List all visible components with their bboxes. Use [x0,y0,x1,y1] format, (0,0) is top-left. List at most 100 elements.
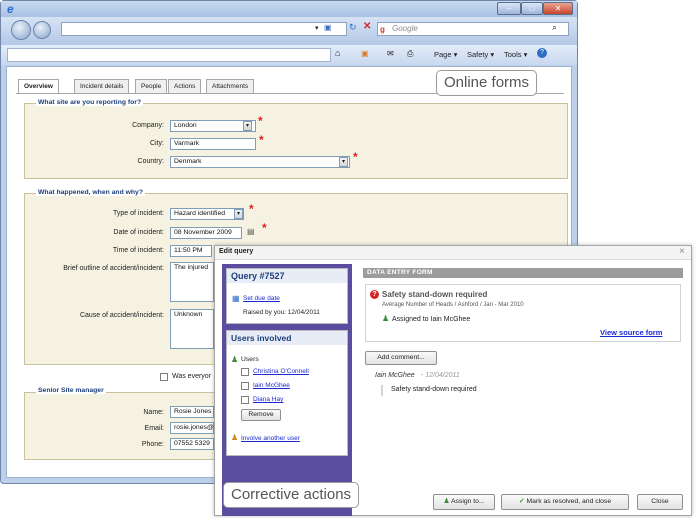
manager-heading: Senior Site manager [36,387,106,394]
checkmark-icon: ✓ [518,498,525,505]
online-forms-callout: Online forms [436,70,538,96]
close-window-button[interactable]: ✕ [543,2,573,15]
page-menu[interactable]: Page ▾ [434,50,457,59]
user-checkbox[interactable] [241,396,249,404]
users-card: Users involved ♟ Users Christina O'Conne… [226,330,348,456]
raised-by-text: Raised by you: 12/04/2011 [243,309,320,316]
add-comment-button[interactable]: Add comment... [365,351,437,365]
view-source-form-link[interactable]: View source form [600,328,662,337]
search-input[interactable]: g Google [377,22,569,36]
required-icon: * [259,133,264,147]
user-link[interactable]: Iain McGhee [253,382,290,389]
query-sidebar: Query #7527 ▦ Set due date Raised by you… [222,264,352,516]
type-label: Type of incident: [113,210,164,217]
url-input[interactable] [61,22,347,36]
add-user-icon[interactable]: ♟ [231,433,238,442]
command-bar: ⌂ ▣ ✉ ⎙ Page ▾ Safety ▾ Tools ▾ ? [1,45,577,65]
issue-subtitle: Average Number of Heads / Ashford / Jan … [382,302,524,308]
calendar-icon[interactable]: ▦ [232,294,240,303]
users-label: Users [241,356,259,363]
company-label: Company: [132,122,164,129]
required-icon: * [249,202,254,216]
issue-card: ? Safety stand-down required Average Num… [365,284,681,342]
date-field[interactable]: 08 November 2009 [170,227,242,239]
type-select[interactable]: Hazard identified [170,208,244,220]
google-icon: g [380,25,385,34]
time-label: Time of incident: [112,247,164,254]
everyone-checkbox[interactable] [160,373,168,381]
required-icon: * [258,114,263,128]
compat-view-icon[interactable]: ▣ [324,23,332,32]
country-select[interactable]: Denmark [170,156,350,168]
ie-logo-icon: e [7,2,14,16]
stop-icon[interactable]: ✕ [363,21,371,32]
issue-title: Safety stand-down required [382,290,488,299]
involve-another-user-link[interactable]: Involve another user [241,435,300,442]
tab-actions[interactable]: Actions [168,79,202,93]
user-link[interactable]: Christina O'Connell [253,368,309,375]
country-dropdown-icon[interactable]: ▾ [339,157,348,167]
required-icon: * [262,221,267,235]
company-dropdown-icon[interactable]: ▾ [243,121,252,131]
refresh-icon[interactable]: ↻ [349,22,357,33]
phone-field[interactable]: 07552 5329 [170,438,214,450]
everyone-label: Was everyor [172,373,212,380]
mark-resolved-button[interactable]: ✓ Mark as resolved, and close [501,494,629,510]
mail-icon[interactable]: ✉ [387,49,394,58]
comment-quote-bar [381,385,383,396]
name-field[interactable]: Rosie Jones [170,406,214,418]
remove-button[interactable]: Remove [241,409,281,421]
dialog-close-icon[interactable]: × [679,246,685,257]
city-field[interactable]: Varmark [170,138,256,150]
comment-text: Safety stand-down required [391,386,477,393]
name-label: Name: [143,409,164,416]
assigned-to-text: Assigned to Iain McGhee [392,316,471,323]
address-bar: ▾ ▣ ↻ ✕ g Google ⌕ [1,17,577,45]
maximize-button[interactable]: □ [521,2,543,15]
cause-textarea[interactable]: Unknown [170,309,214,349]
set-due-date-link[interactable]: Set due date [243,295,280,302]
outline-label: Brief outline of accident/incident: [63,265,164,272]
user-checkbox[interactable] [241,368,249,376]
minimize-button[interactable]: – [497,2,521,15]
form-header: DATA ENTRY FORM [363,268,683,278]
type-dropdown-icon[interactable]: ▾ [234,209,243,219]
edit-query-dialog: Edit query × Query #7527 ▦ Set due date … [214,245,692,516]
cause-label: Cause of accident/incident: [79,312,164,319]
query-title: Query #7527 [227,269,347,283]
assignee-icon: ♟ [382,314,390,323]
tools-menu[interactable]: Tools ▾ [504,50,527,59]
back-button[interactable] [11,20,31,40]
warning-icon: ? [370,290,379,299]
calendar-icon[interactable]: ▤ [247,227,255,236]
user-link[interactable]: Diana Hay [253,396,283,403]
home-icon[interactable]: ⌂ [335,48,340,58]
dialog-title: Edit query [219,248,254,255]
required-icon: * [353,150,358,164]
country-label: Country: [137,158,164,165]
tab-incident-details[interactable]: Incident details [74,79,130,93]
close-button[interactable]: Close [637,494,683,510]
help-icon[interactable]: ? [537,48,547,58]
time-field[interactable]: 11:50 PM [170,245,212,257]
assign-to-button[interactable]: ♟ Assign to... [433,494,495,510]
site-heading: What site are you reporting for? [36,99,144,106]
comment-author: Iain McGhee [375,372,415,379]
search-icon[interactable]: ⌕ [552,22,557,33]
date-label: Date of incident: [113,229,164,236]
query-card: Query #7527 ▦ Set due date Raised by you… [226,268,348,324]
corrective-actions-callout: Corrective actions [223,482,360,508]
tab-overview[interactable]: Overview [18,79,59,94]
outline-textarea[interactable]: The injured [170,262,214,302]
safety-menu[interactable]: Safety ▾ [467,50,494,59]
city-label: City: [150,140,164,147]
email-field[interactable]: rosie.jones@ [170,422,214,434]
dropdown-arrow-icon[interactable]: ▾ [315,24,319,32]
tab-attachments[interactable]: Attachments [206,79,255,93]
title-bar: e – □ ✕ [1,1,577,17]
tab-people[interactable]: People [135,79,168,93]
print-icon[interactable]: ⎙ [407,49,413,59]
forward-button[interactable] [33,21,51,39]
feeds-icon[interactable]: ▣ [361,49,369,58]
user-checkbox[interactable] [241,382,249,390]
